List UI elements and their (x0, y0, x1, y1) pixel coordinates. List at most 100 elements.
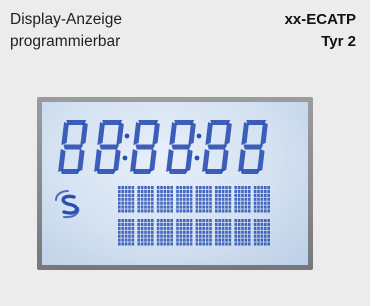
matrix-dot (209, 205, 212, 209)
matrix-dot (205, 222, 209, 226)
matrix-dot (202, 186, 205, 190)
matrix-dot (176, 226, 179, 230)
matrix-dot (151, 234, 154, 238)
matrix-dot (215, 219, 218, 223)
matrix-dot (241, 205, 244, 209)
matrix-dot (241, 197, 244, 201)
matrix-dot (186, 238, 189, 242)
matrix-dot (179, 234, 183, 238)
matrix-dot (189, 219, 193, 223)
matrix-dot (118, 242, 121, 246)
matrix-dot (170, 226, 173, 230)
matrix-dot (215, 186, 218, 190)
matrix-dot (189, 242, 193, 246)
matrix-dot (170, 219, 173, 223)
matrix-dot (147, 219, 151, 223)
matrix-dot (257, 219, 260, 223)
matrix-dot (195, 205, 199, 209)
lcd-segment (113, 149, 121, 172)
matrix-char-cell (176, 186, 193, 213)
matrix-dot (140, 209, 144, 213)
matrix-dot (241, 226, 244, 230)
matrix-dot (179, 222, 183, 226)
matrix-dot (176, 186, 179, 190)
matrix-dot (124, 193, 128, 197)
matrix-dot (118, 222, 121, 226)
s-logo-icon (61, 194, 79, 215)
matrix-dot (156, 219, 160, 223)
lcd-digit (94, 120, 124, 174)
matrix-dot (215, 234, 218, 238)
matrix-dot (128, 219, 131, 223)
matrix-dot (156, 226, 160, 230)
lcd-segment (130, 149, 138, 172)
matrix-dot (144, 209, 147, 213)
matrix-dot (147, 193, 151, 197)
matrix-dot (202, 193, 205, 197)
matrix-dot (128, 234, 131, 238)
matrix-dot (137, 209, 140, 213)
matrix-dot (260, 201, 264, 205)
matrix-dot (225, 230, 228, 234)
matrix-dot (160, 242, 163, 246)
matrix-dot (124, 230, 128, 234)
matrix-dot (237, 201, 241, 205)
matrix-dot (137, 193, 140, 197)
matrix-dot (195, 238, 199, 242)
matrix-dot (167, 222, 170, 226)
matrix-dot (257, 189, 260, 193)
matrix-dot (167, 186, 170, 190)
matrix-dot (147, 238, 151, 242)
matrix-dot (131, 205, 135, 209)
lcd-segment (99, 144, 120, 150)
matrix-dot (253, 193, 257, 197)
matrix-dot (118, 226, 121, 230)
matrix-dot (176, 219, 179, 223)
lcd-colon-dot (196, 133, 202, 139)
matrix-dot (151, 226, 154, 230)
matrix-dot (163, 197, 167, 201)
matrix-dot (144, 193, 147, 197)
matrix-dot (253, 230, 257, 234)
matrix-char-cell (215, 186, 232, 213)
matrix-dot (257, 205, 260, 209)
matrix-dot (257, 193, 260, 197)
matrix-dot (260, 193, 264, 197)
matrix-dot (225, 219, 228, 223)
matrix-dot (189, 209, 193, 213)
matrix-dot (147, 189, 151, 193)
matrix-char-cell (118, 219, 135, 246)
matrix-dot (237, 222, 241, 226)
matrix-dot (267, 193, 270, 197)
matrix-dot (118, 205, 121, 209)
matrix-dot (221, 205, 225, 209)
matrix-dot (160, 219, 163, 223)
matrix-dot (264, 205, 267, 209)
matrix-dot (209, 226, 212, 230)
matrix-dot (151, 201, 154, 205)
matrix-dot (195, 242, 199, 246)
matrix-dot (179, 193, 183, 197)
matrix-dot (160, 209, 163, 213)
matrix-dot (176, 242, 179, 246)
matrix-dot (225, 226, 228, 230)
matrix-dot (195, 219, 199, 223)
lcd-segment (188, 122, 196, 145)
matrix-dot (264, 209, 267, 213)
matrix-dot (195, 186, 199, 190)
matrix-dot (241, 201, 244, 205)
matrix-dot (186, 193, 189, 197)
matrix-dot (179, 205, 183, 209)
matrix-dot (176, 197, 179, 201)
matrix-dot (195, 193, 199, 197)
matrix-dot (156, 238, 160, 242)
matrix-dot (121, 193, 124, 197)
matrix-dot (221, 234, 225, 238)
matrix-dot (179, 197, 183, 201)
matrix-dot (151, 209, 154, 213)
matrix-dot (176, 234, 179, 238)
matrix-dot (228, 197, 232, 201)
matrix-dot (140, 226, 144, 230)
matrix-dot (260, 230, 264, 234)
matrix-dot (131, 234, 135, 238)
